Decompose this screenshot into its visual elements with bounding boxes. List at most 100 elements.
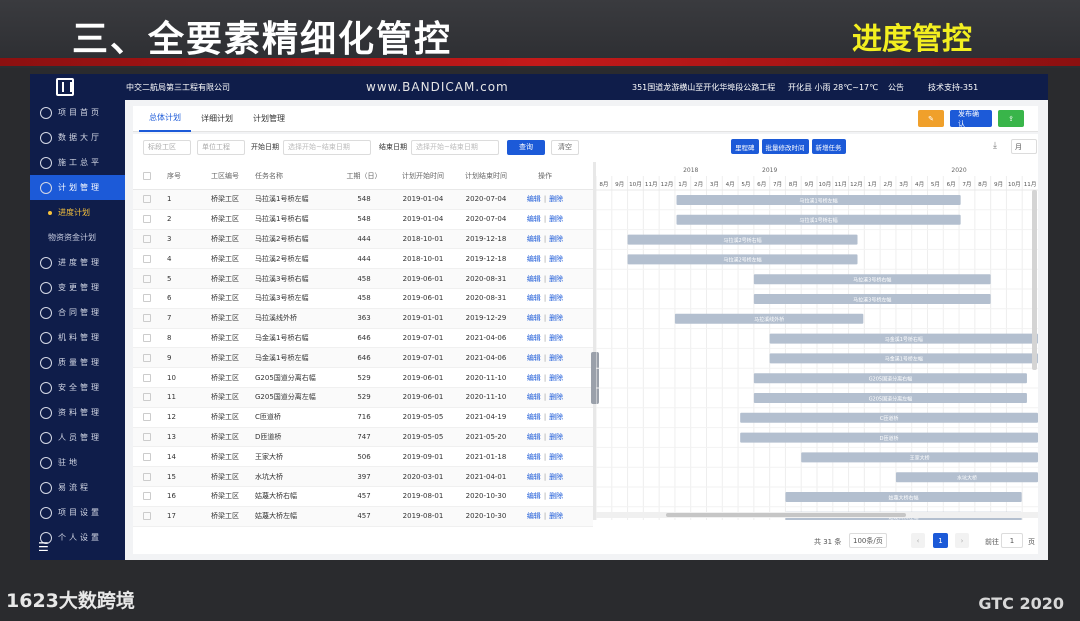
delete-link[interactable]: 删除 [549, 215, 563, 223]
edit-link[interactable]: 编辑 [527, 433, 541, 441]
sidebar-item[interactable]: 项目设置 [30, 500, 125, 525]
sidebar-item[interactable]: 安全管理 [30, 375, 125, 400]
edit-link[interactable]: 编辑 [527, 492, 541, 500]
select-all-checkbox[interactable] [143, 171, 151, 180]
delete-link[interactable]: 删除 [549, 354, 563, 362]
row-checkbox[interactable] [143, 452, 151, 461]
row-checkbox[interactable] [143, 195, 151, 204]
gantt-vscroll-thumb[interactable] [1032, 190, 1037, 370]
tab-overall-plan[interactable]: 总体计划 [139, 106, 191, 132]
row-checkbox[interactable] [143, 512, 151, 521]
table-row[interactable]: 1 桥梁工区 马拉溪1号桥左幅 548 2019-01-04 2020-07-04 编辑 | 删… [133, 190, 593, 210]
table-row[interactable]: 14 桥梁工区 王家大桥 506 2019-09-01 2021-01-18 编辑 | 删除 [133, 447, 593, 468]
row-checkbox[interactable] [143, 472, 151, 481]
edit-link[interactable]: 编辑 [527, 314, 541, 322]
delete-link[interactable]: 删除 [549, 255, 563, 263]
sidebar-subitem[interactable]: 物资资金计划 [30, 225, 125, 250]
sidebar-subitem[interactable]: 进度计划 [30, 200, 125, 225]
edit-link[interactable]: 编辑 [527, 215, 541, 223]
row-checkbox[interactable] [143, 432, 151, 441]
sidebar-item[interactable]: 变更管理 [30, 275, 125, 300]
edit-link[interactable]: 编辑 [527, 334, 541, 342]
sidebar-item[interactable]: 合同管理 [30, 300, 125, 325]
table-row[interactable]: 15 桥梁工区 水坑大桥 397 2020-03-01 2021-04-01 编辑 | 删除 [133, 467, 593, 487]
sidebar-item[interactable]: 机料管理 [30, 325, 125, 350]
work-area-select[interactable]: 标段工区 [143, 139, 191, 155]
edit-link[interactable]: 编辑 [527, 393, 541, 401]
sidebar-item[interactable]: 易流程 [30, 475, 125, 500]
add-task-button[interactable]: 新增任务 [811, 139, 846, 154]
table-row[interactable]: 8 桥梁工区 马金溪1号桥右幅 646 2019-07-01 2021-04-06 编辑 | 删… [133, 329, 593, 349]
delete-link[interactable]: 删除 [549, 275, 563, 283]
table-row[interactable]: 12 桥梁工区 C匝道桥 716 2019-05-05 2021-04-19 编辑 | 删除 [133, 408, 593, 428]
row-checkbox[interactable] [143, 333, 151, 342]
delete-link[interactable]: 删除 [549, 433, 563, 441]
edit-link[interactable]: 编辑 [527, 374, 541, 382]
row-checkbox[interactable] [143, 254, 151, 263]
row-checkbox[interactable] [143, 373, 151, 382]
delete-link[interactable]: 删除 [549, 294, 563, 302]
row-checkbox[interactable] [143, 215, 151, 224]
sidebar-item[interactable]: 进度管理 [30, 250, 125, 275]
table-row[interactable]: 2 桥梁工区 马拉溪1号桥右幅 548 2019-01-04 2020-07-04 编辑 | 删… [133, 210, 593, 230]
table-row[interactable]: 13 桥梁工区 D匝道桥 747 2019-05-05 2021-05-20 编辑 | 删除 [133, 427, 593, 448]
row-checkbox[interactable] [143, 314, 151, 323]
edit-link[interactable]: 编辑 [527, 235, 541, 243]
sidebar-item[interactable]: 数据大厅 [30, 125, 125, 150]
edit-link[interactable]: 编辑 [527, 354, 541, 362]
delete-link[interactable]: 删除 [549, 413, 563, 421]
edit-link[interactable]: 编辑 [527, 294, 541, 302]
tab-detail-plan[interactable]: 详细计划 [191, 106, 243, 132]
delete-link[interactable]: 删除 [549, 492, 563, 500]
edit-link[interactable]: 编辑 [527, 195, 541, 203]
sidebar-item[interactable]: 计划管理 [30, 175, 125, 200]
row-checkbox[interactable] [143, 492, 151, 501]
delete-link[interactable]: 删除 [549, 314, 563, 322]
row-checkbox[interactable] [143, 294, 151, 303]
row-checkbox[interactable] [143, 353, 151, 362]
unit-project-select[interactable]: 单位工程 [197, 139, 245, 155]
edit-link[interactable]: 编辑 [527, 512, 541, 520]
table-row[interactable]: 4 桥梁工区 马拉溪2号桥左幅 444 2018-10-01 2019-12-18 编辑 | 删… [133, 249, 593, 270]
delete-link[interactable]: 删除 [549, 334, 563, 342]
start-date-input[interactable]: 选择开始~结束日期 [283, 139, 371, 155]
milestone-button[interactable]: 里程碑 [731, 139, 759, 154]
sidebar-item[interactable]: 人员管理 [30, 425, 125, 450]
table-row[interactable]: 10 桥梁工区 G205国道分离右幅 529 2019-06-01 2020-11-10 编… [133, 368, 593, 388]
sidebar-item[interactable]: 驻地 [30, 450, 125, 475]
notice-button[interactable]: 公告 [888, 82, 928, 93]
tab-plan-management[interactable]: 计划管理 [243, 106, 295, 132]
edit-link[interactable]: 编辑 [527, 473, 541, 481]
delete-link[interactable]: 删除 [549, 393, 563, 401]
account-menu[interactable]: 技术支持-351 [928, 82, 1008, 93]
delete-link[interactable]: 删除 [549, 374, 563, 382]
sidebar-item[interactable]: 资料管理 [30, 400, 125, 425]
delete-link[interactable]: 删除 [549, 512, 563, 520]
edit-link[interactable]: 编辑 [527, 275, 541, 283]
project-selector[interactable]: 351国道龙游横山至开化华埠段公路工程 [632, 82, 782, 93]
delete-link[interactable]: 删除 [549, 453, 563, 461]
goto-page-input[interactable]: 1 [1001, 533, 1023, 548]
row-checkbox[interactable] [143, 234, 151, 243]
table-row[interactable]: 9 桥梁工区 马金溪1号桥左幅 646 2019-07-01 2021-04-06 编辑 | 删… [133, 348, 593, 369]
clear-button[interactable]: 清空 [551, 139, 579, 155]
current-page[interactable]: 1 [933, 533, 948, 548]
end-date-input[interactable]: 选择开始~结束日期 [411, 139, 499, 155]
sidebar-item[interactable]: 施工总平 [30, 150, 125, 175]
page-size-select[interactable]: 100条/页 [849, 533, 887, 548]
prev-page-button[interactable]: ‹ [911, 533, 925, 548]
delete-link[interactable]: 删除 [549, 195, 563, 203]
gantt-scrollbar-thumb[interactable] [666, 513, 906, 517]
table-row[interactable]: 3 桥梁工区 马拉溪2号桥右幅 444 2018-10-01 2019-12-18 编辑 | 删… [133, 229, 593, 250]
publish-button[interactable]: 发布确认 [950, 110, 992, 128]
edit-link[interactable]: 编辑 [527, 255, 541, 263]
row-checkbox[interactable] [143, 274, 151, 283]
next-page-button[interactable]: › [955, 533, 969, 548]
edit-link[interactable]: 编辑 [527, 413, 541, 421]
query-button[interactable]: 查询 [507, 139, 545, 155]
table-row[interactable]: 11 桥梁工区 G205国道分离左幅 529 2019-06-01 2020-11-10 编… [133, 387, 593, 408]
table-row[interactable]: 5 桥梁工区 马拉溪3号桥右幅 458 2019-06-01 2020-08-31 编辑 | 删… [133, 269, 593, 289]
delete-link[interactable]: 删除 [549, 473, 563, 481]
table-row[interactable]: 16 桥梁工区 姑蔑大桥右幅 457 2019-08-01 2020-10-30 编辑 | 删除 [133, 487, 593, 507]
table-row[interactable]: 17 桥梁工区 姑蔑大桥左幅 457 2019-08-01 2020-10-30 编辑 | 删除 [133, 506, 593, 527]
